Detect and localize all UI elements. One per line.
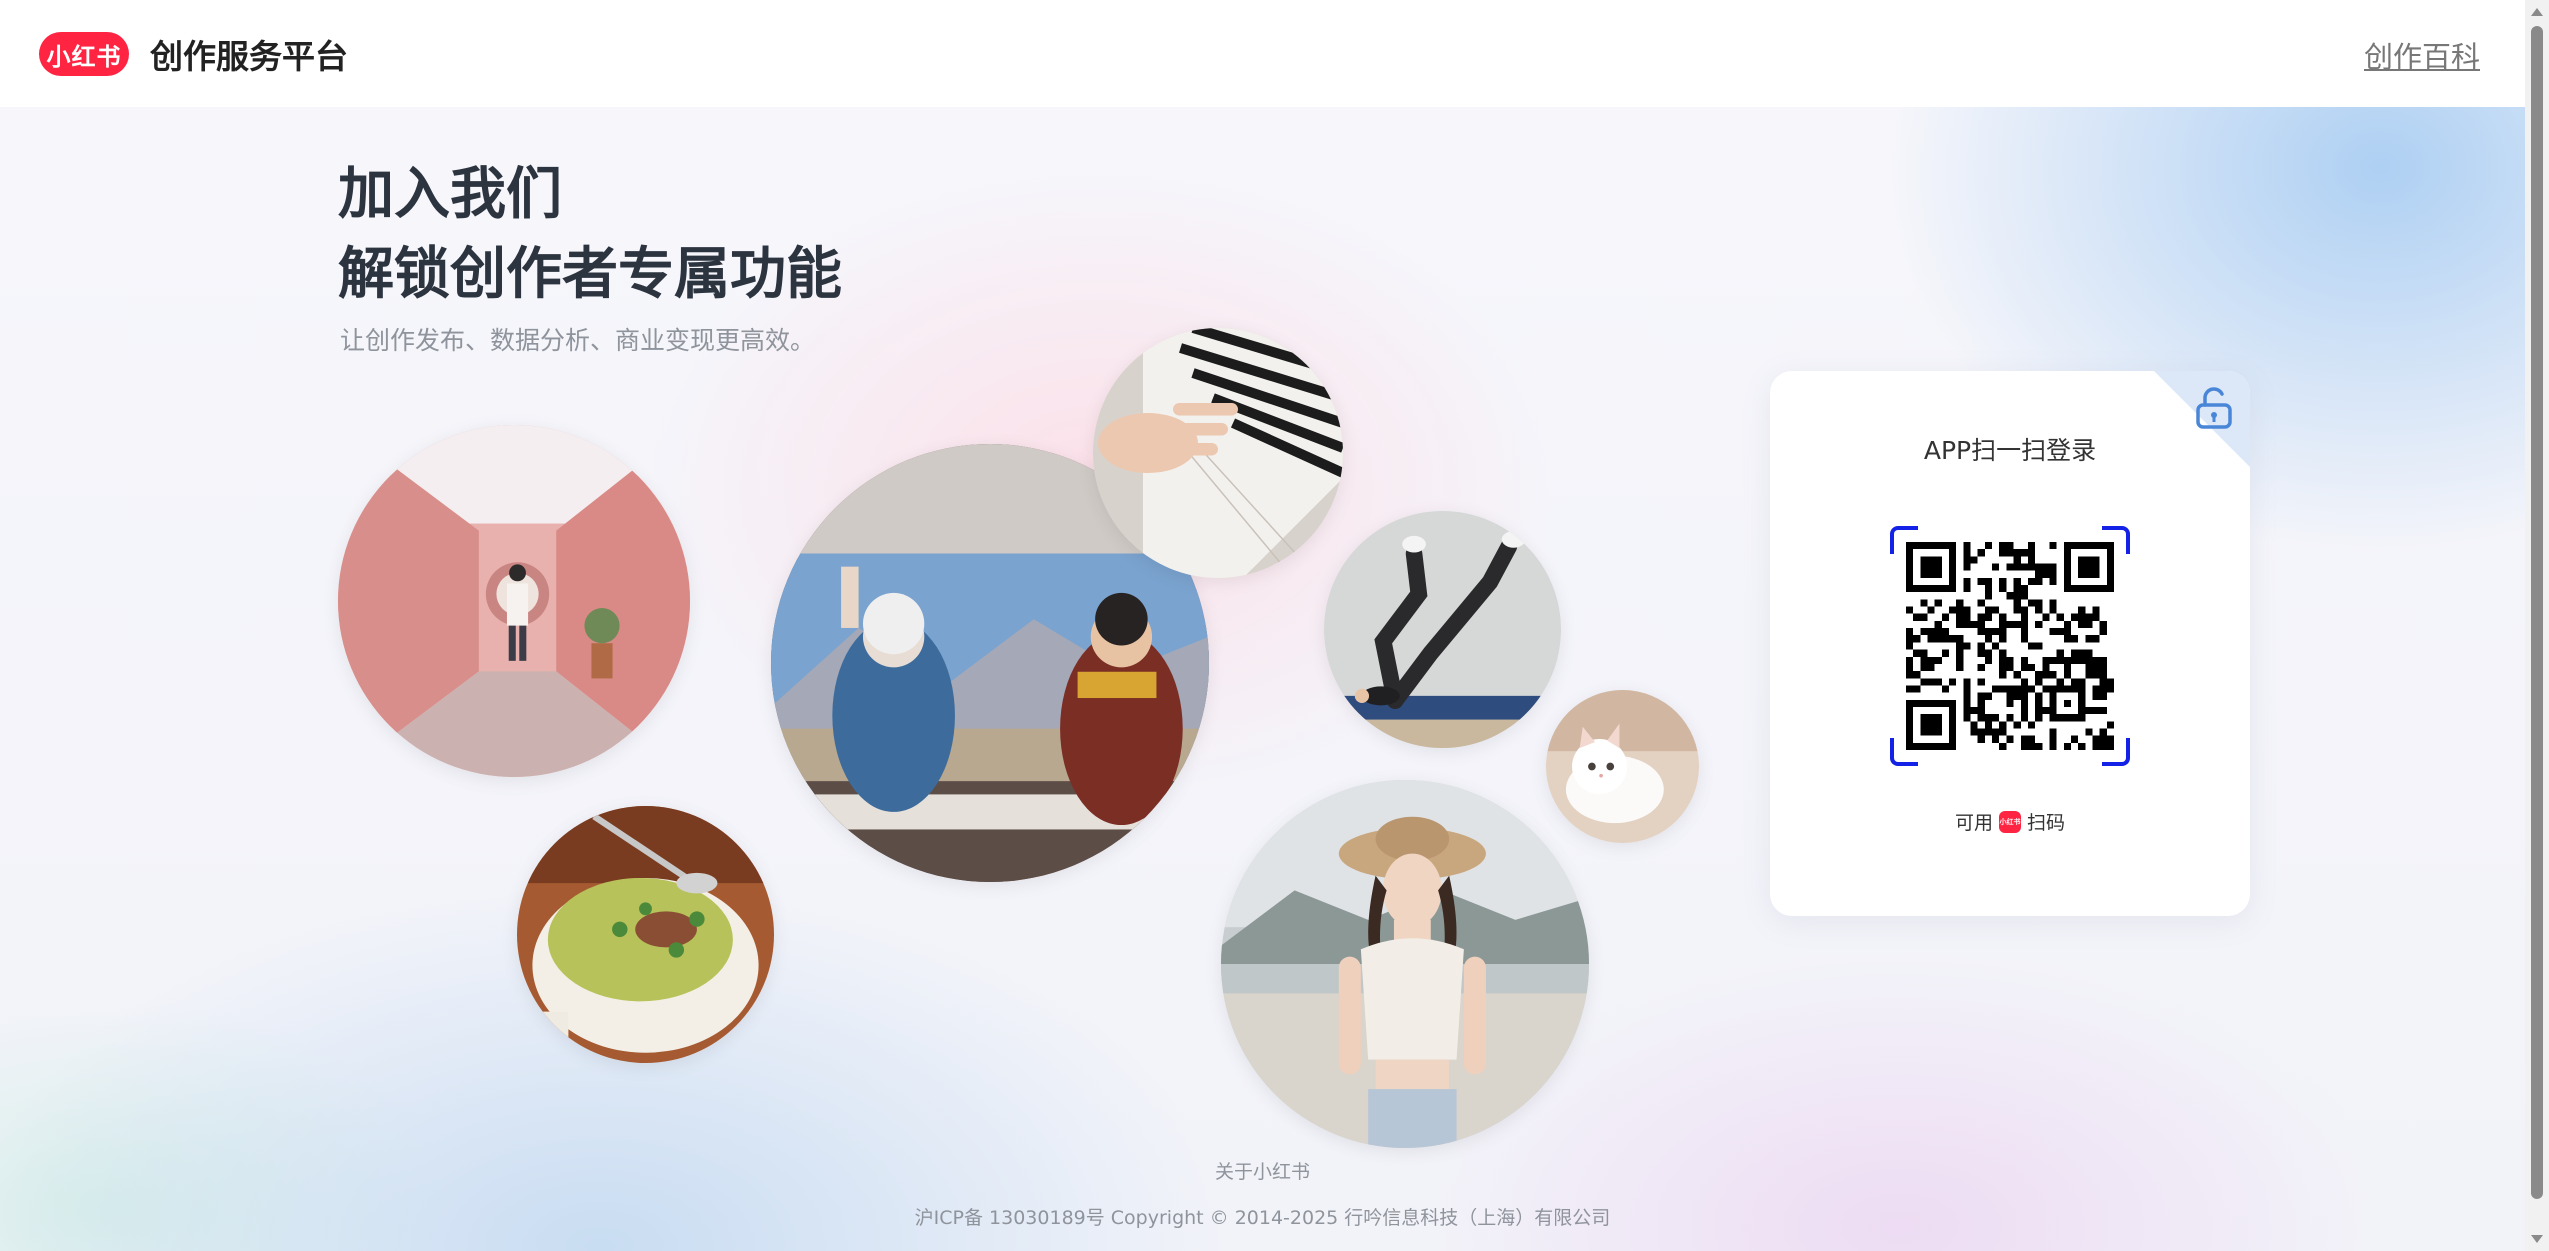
- scroll-down-arrow-icon[interactable]: [2531, 1235, 2543, 1243]
- scan-hint-prefix: 可用: [1954, 812, 1993, 834]
- qr-login-card: APP扫一扫登录 可用 小红书 扫码: [1770, 371, 2250, 916]
- qr-code-frame: [1890, 526, 2130, 766]
- brand-logo[interactable]: 小红书: [39, 32, 129, 76]
- brand-title: 创作服务平台: [150, 37, 348, 76]
- scan-hint: 可用 小红书 扫码: [1770, 808, 2250, 835]
- qr-code[interactable]: [1906, 542, 2114, 750]
- login-title: APP扫一扫登录: [1923, 436, 2097, 465]
- scrollbar-thumb[interactable]: [2531, 26, 2543, 1199]
- photo-beach-woman: [1221, 780, 1589, 1148]
- scrollbar[interactable]: [2525, 0, 2549, 1251]
- lock-open-icon[interactable]: [2192, 383, 2236, 431]
- photo-pink-alley: [338, 425, 690, 777]
- top-bar: 小红书 创作服务平台 创作百科: [0, 0, 2525, 107]
- copyright-text: 沪ICP备 13030189号 Copyright © 2014-2025 行吟…: [914, 1207, 1611, 1229]
- scroll-up-arrow-icon[interactable]: [2531, 8, 2543, 16]
- about-link[interactable]: 关于小红书: [0, 1157, 2525, 1184]
- hero-subtitle: 让创作发布、数据分析、商业变现更高效。: [340, 326, 816, 355]
- app-logo-icon: 小红书: [1999, 810, 2021, 833]
- hero-title-line2: 解锁创作者专属功能: [338, 242, 842, 307]
- photo-soup-bowl: [517, 806, 774, 1063]
- main-content: 加入我们 解锁创作者专属功能 让创作发布、数据分析、商业变现更高效。 APP扫一…: [0, 107, 2525, 1251]
- hero-title-line1: 加入我们: [338, 162, 562, 227]
- creator-wiki-link[interactable]: 创作百科: [2364, 34, 2480, 76]
- photo-piano: [1093, 328, 1343, 578]
- scan-hint-suffix: 扫码: [2027, 812, 2066, 834]
- photo-yoga: [1324, 511, 1561, 748]
- photo-cat: [1546, 690, 1699, 843]
